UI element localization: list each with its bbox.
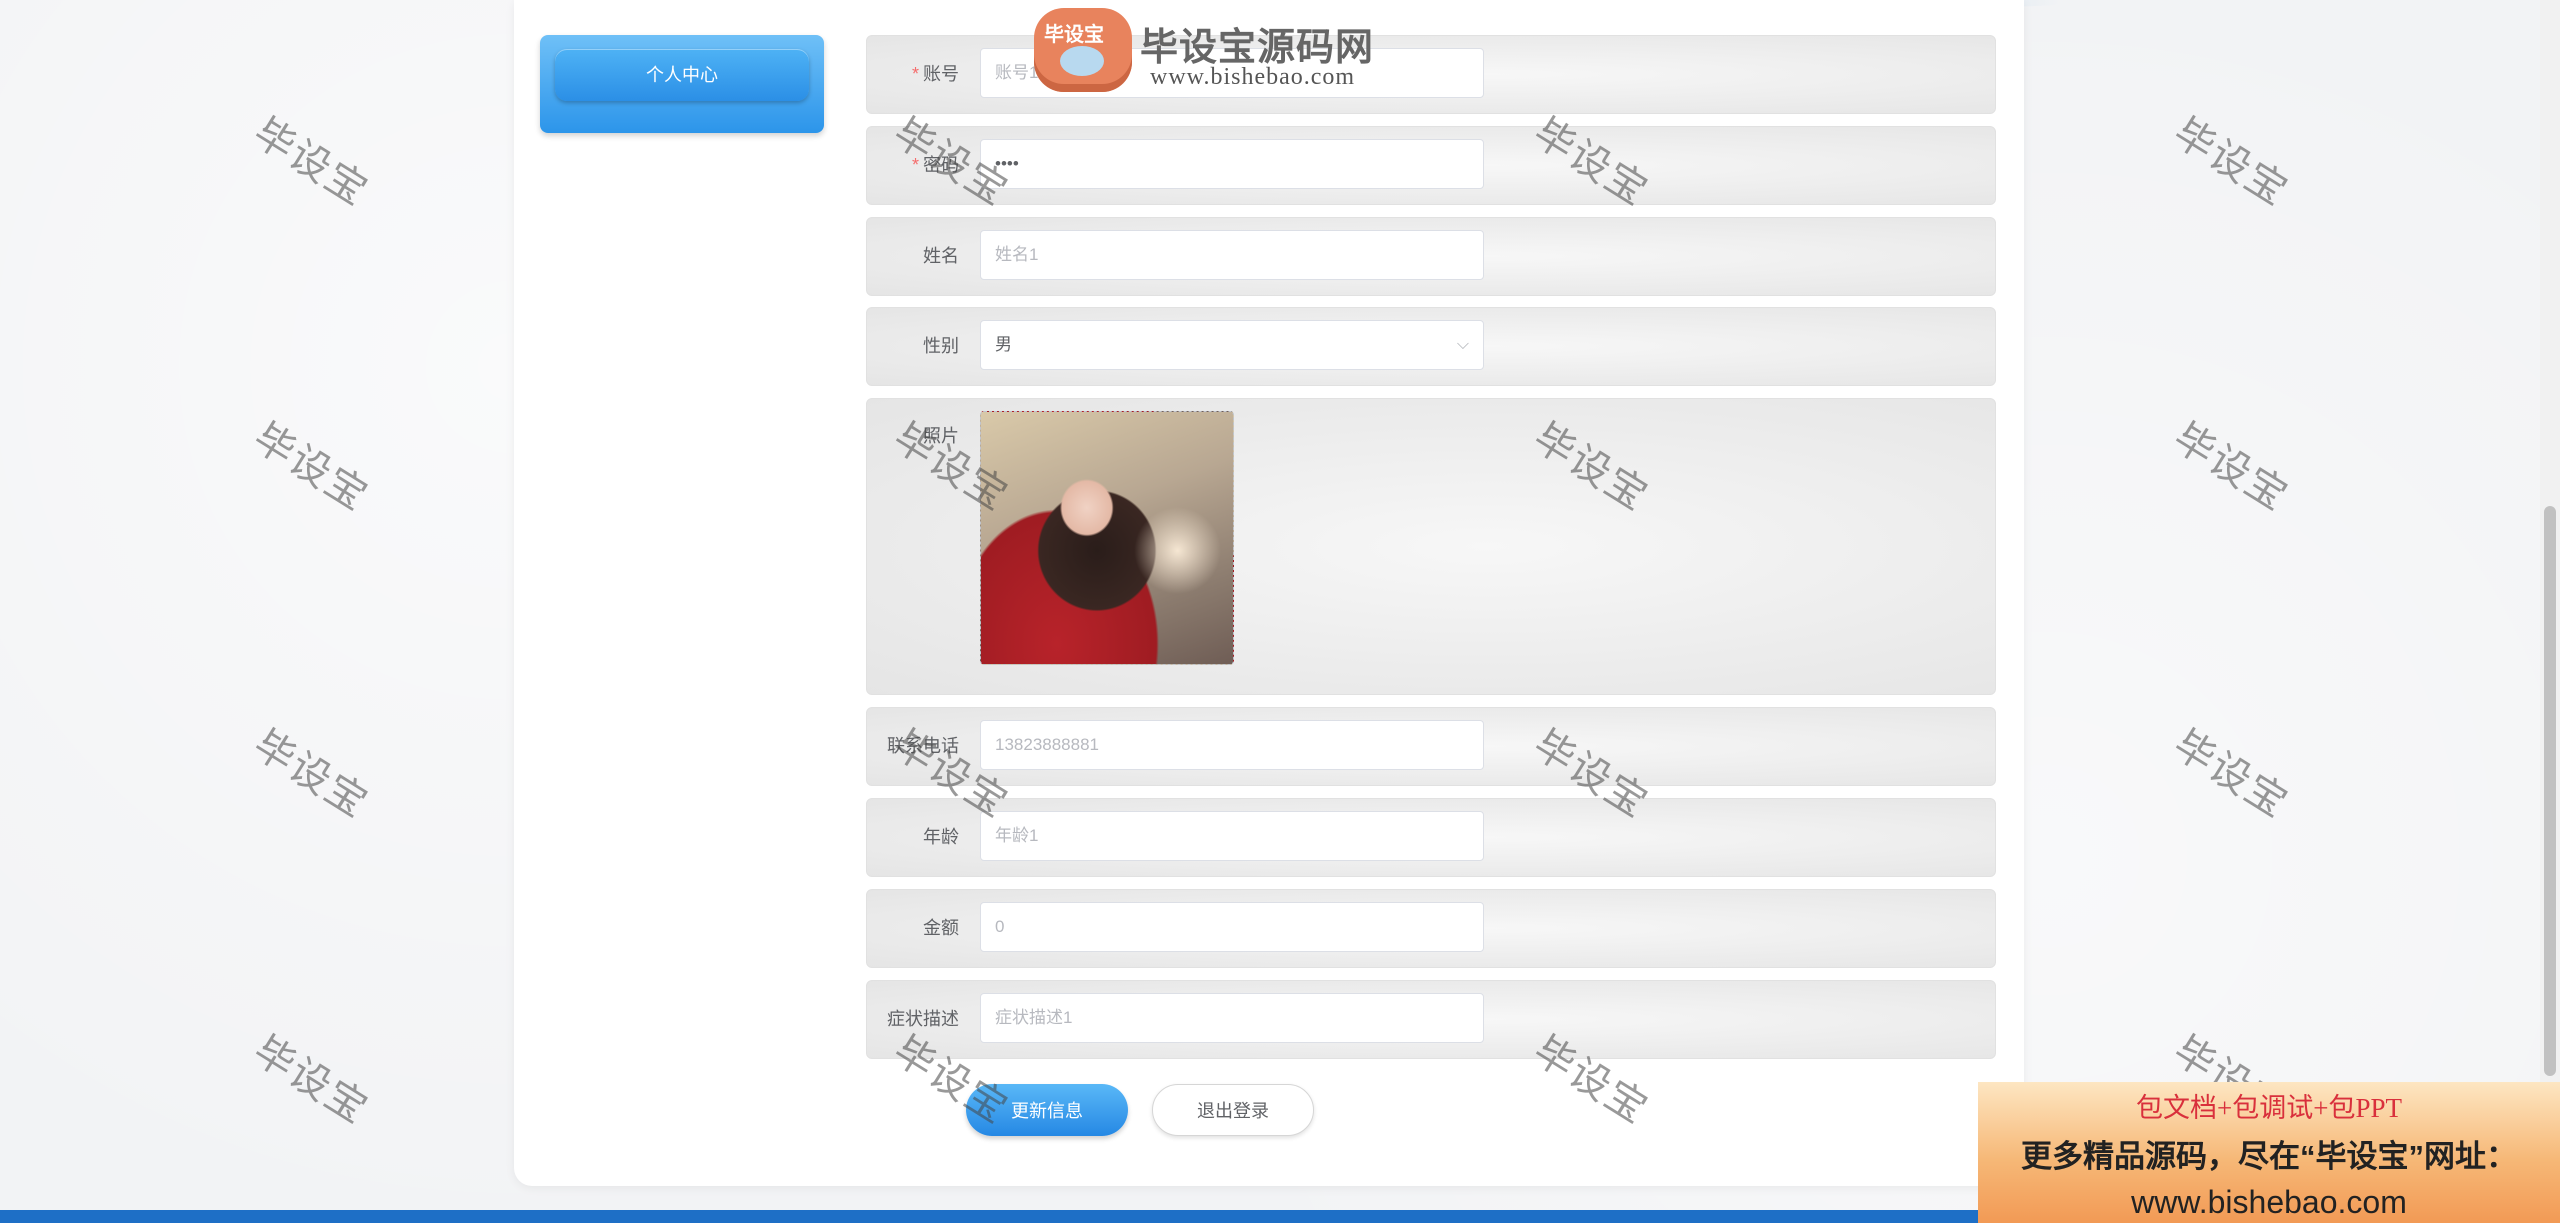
form-row-password: * 密码 (866, 126, 1996, 205)
symptom-input[interactable] (980, 993, 1484, 1043)
gender-select[interactable]: 男 ⌵ (980, 320, 1484, 370)
amount-input[interactable] (980, 902, 1484, 952)
phone-input[interactable] (980, 720, 1484, 770)
amount-label: 金额 (923, 918, 959, 938)
gender-label: 性别 (923, 336, 959, 356)
account-input[interactable] (980, 48, 1484, 98)
age-label: 年龄 (923, 827, 959, 847)
promo-banner[interactable]: 包文档+包调试+包PPT 更多精品源码，尽在“毕设宝”网址： www.bishe… (1978, 1082, 2560, 1223)
gender-selected-value: 男 (995, 335, 1012, 354)
form-row-phone: 联系电话 (866, 707, 1996, 786)
profile-photo[interactable] (980, 411, 1234, 665)
password-input[interactable] (980, 139, 1484, 189)
menu-item-personal-center[interactable]: 个人中心 (555, 49, 809, 101)
side-menu: 个人中心 (540, 35, 824, 133)
form-row-gender: 性别 男 ⌵ (866, 307, 1996, 386)
scrollbar-thumb[interactable] (2544, 506, 2556, 1076)
form-row-symptom: 症状描述 (866, 980, 1996, 1059)
age-input[interactable] (980, 811, 1484, 861)
chevron-down-icon: ⌵ (1456, 336, 1469, 353)
form-row-age: 年龄 (866, 798, 1996, 877)
promo-line-2: 更多精品源码，尽在“毕设宝”网址： (2021, 1139, 2517, 1174)
form-row-name: 姓名 (866, 217, 1996, 296)
account-label: * 账号 (911, 64, 959, 84)
update-info-button[interactable]: 更新信息 (966, 1084, 1128, 1136)
photo-label: 照片 (923, 426, 959, 446)
vertical-scrollbar[interactable] (2540, 0, 2560, 1223)
promo-line-1: 包文档+包调试+包PPT (2136, 1093, 2402, 1123)
name-label: 姓名 (923, 246, 959, 266)
form-row-account: * 账号 (866, 35, 1996, 114)
password-label: * 密码 (911, 155, 959, 175)
promo-url[interactable]: www.bishebao.com (1978, 1184, 2560, 1221)
symptom-label: 症状描述 (887, 1009, 959, 1029)
form-row-amount: 金额 (866, 889, 1996, 968)
name-input[interactable] (980, 230, 1484, 280)
logout-button[interactable]: 退出登录 (1152, 1084, 1314, 1136)
form-row-photo: 照片 (866, 398, 1996, 695)
phone-label: 联系电话 (887, 736, 959, 756)
